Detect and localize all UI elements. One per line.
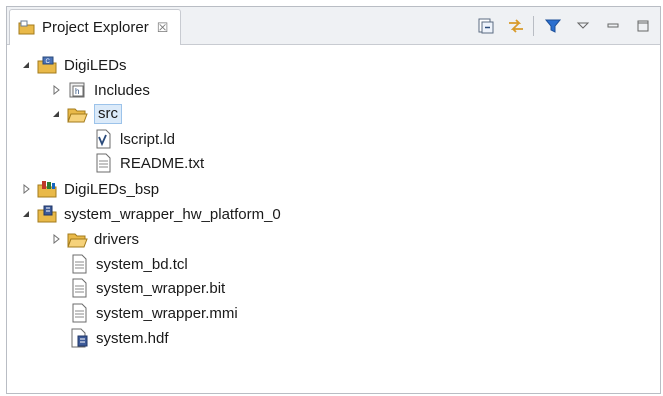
tree-item-digileds[interactable]: C DigiLEDs [19,53,127,77]
tree-item-label: system_wrapper.bit [96,279,226,297]
expanded-arrow-icon[interactable] [49,107,63,121]
tree-item-label: system.hdf [96,329,169,347]
tree-item-lscript[interactable]: lscript.ld [93,127,175,151]
c-project-icon: C [37,55,59,75]
tree-item-label: system_wrapper.mmi [96,304,238,322]
expanded-arrow-icon[interactable] [19,58,33,72]
tree-item-src[interactable]: src [49,102,122,126]
text-file-icon [93,153,115,173]
tree-item-system-hdf[interactable]: system.hdf [69,326,169,350]
tree-item-hw-platform[interactable]: system_wrapper_hw_platform_0 [19,202,281,226]
text-file-icon [69,303,91,323]
tree-item-label: README.txt [120,154,205,172]
hardware-platform-icon [37,204,59,224]
tree-item-label: system_bd.tcl [96,255,188,273]
collapsed-arrow-icon[interactable] [49,232,63,246]
tree-item-system-bd[interactable]: system_bd.tcl [69,252,188,276]
project-explorer-icon [18,19,36,37]
project-explorer-tab[interactable]: Project Explorer ☒ [9,9,181,45]
svg-text:h: h [75,87,79,96]
tree-item-label: DigiLEDs [64,56,127,74]
tree-item-label: Includes [94,81,150,99]
minimize-icon[interactable] [602,15,624,37]
collapsed-arrow-icon[interactable] [49,83,63,97]
view-menu-icon[interactable] [572,15,594,37]
view-title-bar: Project Explorer ☒ [7,7,660,45]
collapse-all-icon[interactable] [475,15,497,37]
maximize-icon[interactable] [632,15,654,37]
filter-icon[interactable] [542,15,564,37]
tree-item-readme[interactable]: README.txt [93,151,204,175]
tree-item-system-bit[interactable]: system_wrapper.bit [69,276,225,300]
text-file-icon [69,254,91,274]
view-title: Project Explorer [42,19,149,36]
expanded-arrow-icon[interactable] [19,207,33,221]
tree-item-label: drivers [94,230,140,248]
linker-script-icon [93,129,115,149]
collapsed-arrow-icon[interactable] [19,182,33,196]
close-view-icon[interactable]: ☒ [157,20,169,36]
tree-item-system-mmi[interactable]: system_wrapper.mmi [69,301,238,325]
project-explorer-view: Project Explorer ☒ C DigiLEDs h Includes… [6,6,661,394]
tree-item-digileds-bsp[interactable]: DigiLEDs_bsp [19,177,159,201]
tree-item-label: DigiLEDs_bsp [64,180,160,198]
bsp-project-icon [37,179,59,199]
tree-item-label: lscript.ld [120,130,176,148]
tree-item-drivers[interactable]: drivers [49,227,139,251]
open-folder-icon [67,104,89,124]
project-tree: C DigiLEDs h Includes src lscript.ld REA… [7,45,660,393]
text-file-icon [69,278,91,298]
tree-item-label: src [94,104,122,124]
includes-icon: h [67,80,89,100]
view-toolbar [467,14,654,38]
tree-item-label: system_wrapper_hw_platform_0 [64,205,281,223]
hardware-description-file-icon [69,328,91,348]
link-with-editor-icon[interactable] [505,15,527,37]
tree-item-includes[interactable]: h Includes [49,78,150,102]
open-folder-icon [67,229,89,249]
svg-text:C: C [46,59,51,65]
toolbar-separator [533,16,534,36]
